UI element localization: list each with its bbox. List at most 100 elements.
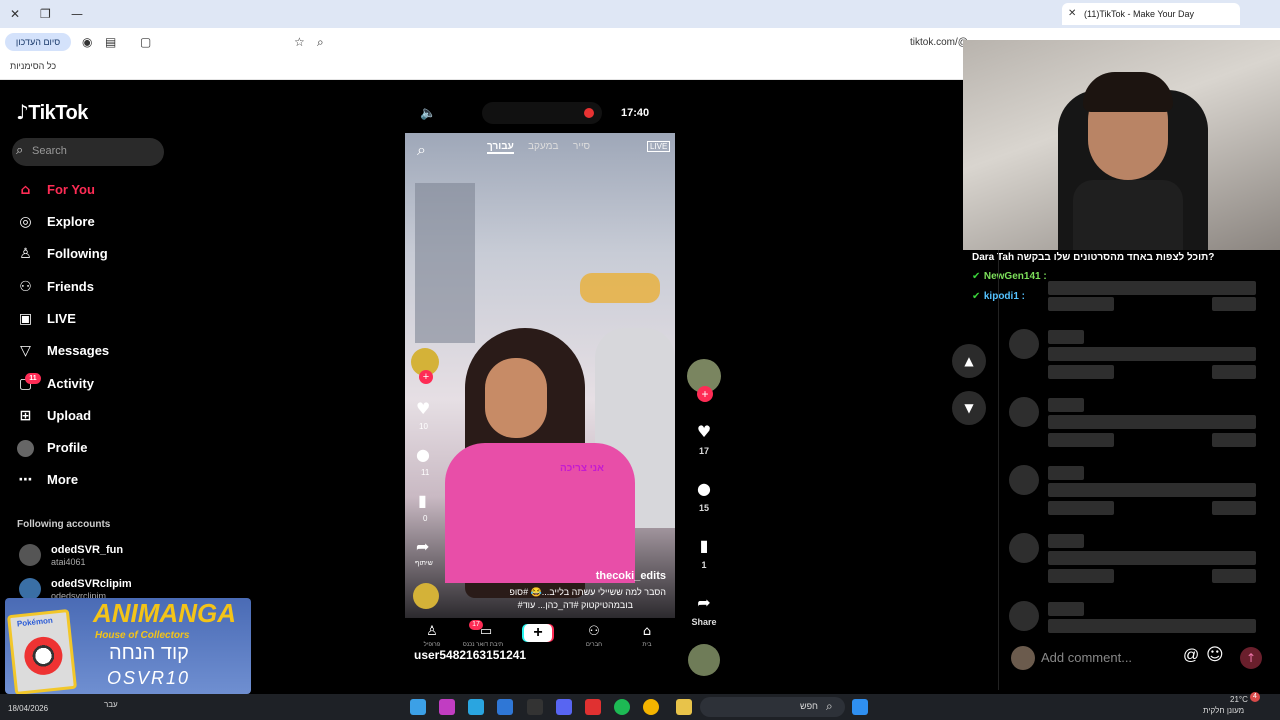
live-button[interactable]: LIVE [647, 141, 671, 152]
taskbar-app-icon[interactable] [497, 699, 513, 715]
spotify-icon[interactable] [614, 699, 630, 715]
mention-icon[interactable]: @ [1183, 647, 1199, 665]
notification-badge: 4 [1250, 692, 1260, 702]
avatar [19, 544, 41, 566]
browser-tab[interactable]: ✕ (11)TikTok - Make Your Day [1062, 3, 1240, 25]
creator-name[interactable]: thecoki_edits [596, 570, 666, 582]
save-button[interactable]: ▮ 1 [688, 536, 720, 570]
video-hashtags[interactable]: #בובמהטיקטוק #דה_כהן... עוד [518, 600, 633, 610]
sidebar-item-live[interactable]: ▣ LIVE [17, 308, 167, 330]
following-accounts-title: Following accounts [17, 519, 111, 530]
extension-icon[interactable]: ▢ [140, 36, 151, 48]
restore-icon[interactable]: ❐ [40, 8, 51, 20]
extension-icon[interactable]: ◉ [82, 36, 92, 48]
star-icon[interactable]: ☆ [294, 36, 305, 48]
sidebar-item-explore[interactable]: ◎ Explore [17, 211, 167, 233]
compass-icon: ◎ [19, 214, 32, 230]
recording-pill [482, 102, 602, 124]
sidebar-item-messages[interactable]: ▽ Messages [17, 340, 167, 362]
comment-bar: Add comment... @ ☺ ↑ [1003, 640, 1280, 676]
previous-video-button[interactable]: ▲ [952, 344, 986, 378]
comment-icon: ● [697, 479, 711, 498]
follow-plus-icon[interactable]: + [419, 370, 433, 384]
messages-icon: ▽ [20, 343, 31, 359]
search-icon: ⌕ [16, 143, 24, 158]
close-tab-icon[interactable]: ✕ [1068, 8, 1076, 20]
like-button[interactable]: ♥ 17 [688, 422, 720, 456]
search-input[interactable]: ⌕ Search [12, 138, 164, 166]
home-icon[interactable]: ⌂ [632, 624, 662, 639]
taskbar-app-icon[interactable] [585, 699, 601, 715]
tab-for-you[interactable]: עבורך [487, 141, 514, 154]
music-disc[interactable] [688, 644, 720, 676]
video-overlay-text: אני צריכה [560, 463, 604, 474]
volume-icon: 🔈 [420, 106, 437, 121]
share-button[interactable]: ➦ Share [686, 593, 722, 627]
friends-icon[interactable]: ⚇ [579, 624, 609, 639]
extension-icon[interactable]: ▤ [105, 36, 116, 48]
creator-avatar-large[interactable]: + [687, 359, 721, 402]
follow-plus-icon[interactable]: + [697, 386, 713, 402]
send-icon[interactable]: ↑ [1240, 647, 1262, 669]
avatar [1009, 533, 1039, 563]
discount-code: OSVR10 [107, 668, 191, 688]
search-icon[interactable]: ⌕ [417, 140, 426, 160]
sidebar-item-for-you[interactable]: ⌂ For You [17, 179, 167, 201]
video-scene [580, 273, 660, 303]
sidebar-item-upload[interactable]: ⊞ Upload [17, 405, 167, 427]
phone-username: user5482163151241 [414, 648, 527, 662]
video-scene [445, 443, 635, 583]
taskbar-app-icon[interactable] [439, 699, 455, 715]
emoji-icon[interactable]: ☺ [1206, 645, 1224, 665]
next-video-button[interactable]: ▼ [952, 391, 986, 425]
sidebar-item-friends[interactable]: ⚇ Friends [17, 276, 167, 298]
create-plus-icon[interactable]: + [524, 624, 552, 642]
video-scene [485, 358, 547, 438]
followed-account[interactable]: odedSVR_fun atai4061 [19, 544, 179, 574]
sponsor-logo: Pokémon ANIMANGA House of Collectors קוד… [5, 598, 251, 696]
windows-start-icon[interactable] [852, 699, 868, 715]
sidebar-item-more[interactable]: ⋯ More [17, 469, 167, 491]
video-scene [415, 183, 475, 343]
inbox-badge: 17 [469, 620, 483, 630]
comment-button[interactable]: ● 15 [688, 479, 720, 513]
search-placeholder: Search [32, 145, 67, 157]
profile-icon [17, 440, 34, 457]
music-disc-icon[interactable] [413, 583, 439, 609]
video-player[interactable]: ⌕ עבורך במעקב סייר LIVE אני צריכה + ♥ 10… [405, 133, 675, 618]
comment-icon[interactable]: ● [416, 445, 430, 464]
bookmark-icon[interactable]: ▮ [418, 491, 427, 510]
taskbar-search[interactable]: חפש ⌕ [700, 697, 845, 717]
heart-icon[interactable]: ♥ [416, 399, 430, 418]
tab-following[interactable]: במעקב [528, 141, 558, 152]
phone-clock: 17:40 [621, 107, 650, 119]
save-count: 0 [423, 514, 428, 523]
chrome-icon[interactable] [643, 699, 659, 715]
sidebar-item-profile[interactable]: Profile [17, 437, 167, 459]
all-bookmarks[interactable]: כל הסימניות [10, 61, 56, 71]
file-explorer-icon[interactable] [676, 699, 692, 715]
url-text[interactable]: tiktok.com/@ [910, 37, 968, 48]
profile-icon[interactable]: ♙ [417, 624, 447, 639]
taskbar-app-icon[interactable] [556, 699, 572, 715]
pokemon-card: Pokémon [6, 608, 78, 696]
share-icon[interactable]: ➦ [416, 537, 429, 556]
sidebar-item-following[interactable]: ♙ Following [17, 243, 167, 265]
taskbar-app-icon[interactable] [527, 699, 543, 715]
taskbar-lang[interactable]: עבר [104, 700, 118, 709]
taskbar-app-icon[interactable] [410, 699, 426, 715]
bookmark-icon: ▮ [699, 536, 709, 555]
discount-label: קוד הנחה [109, 642, 189, 664]
tiktok-logo[interactable]: ♪TikTok [16, 100, 88, 125]
taskbar [0, 694, 1280, 720]
zoom-icon[interactable]: ⌕ [317, 36, 324, 48]
taskbar-app-icon[interactable] [468, 699, 484, 715]
tab-explore[interactable]: סייר [573, 141, 590, 152]
close-window-icon[interactable]: ✕ [10, 8, 20, 20]
chat-message: Dara Tah תוכל לצפות באחד מהסרטונים שלו ב… [972, 252, 1215, 263]
avatar [1011, 646, 1035, 670]
upload-icon: ⊞ [19, 408, 32, 424]
heart-icon: ♥ [696, 422, 712, 441]
finish-update-pill[interactable]: סיום העדכון [5, 33, 71, 51]
minimize-icon[interactable]: — [71, 8, 83, 20]
